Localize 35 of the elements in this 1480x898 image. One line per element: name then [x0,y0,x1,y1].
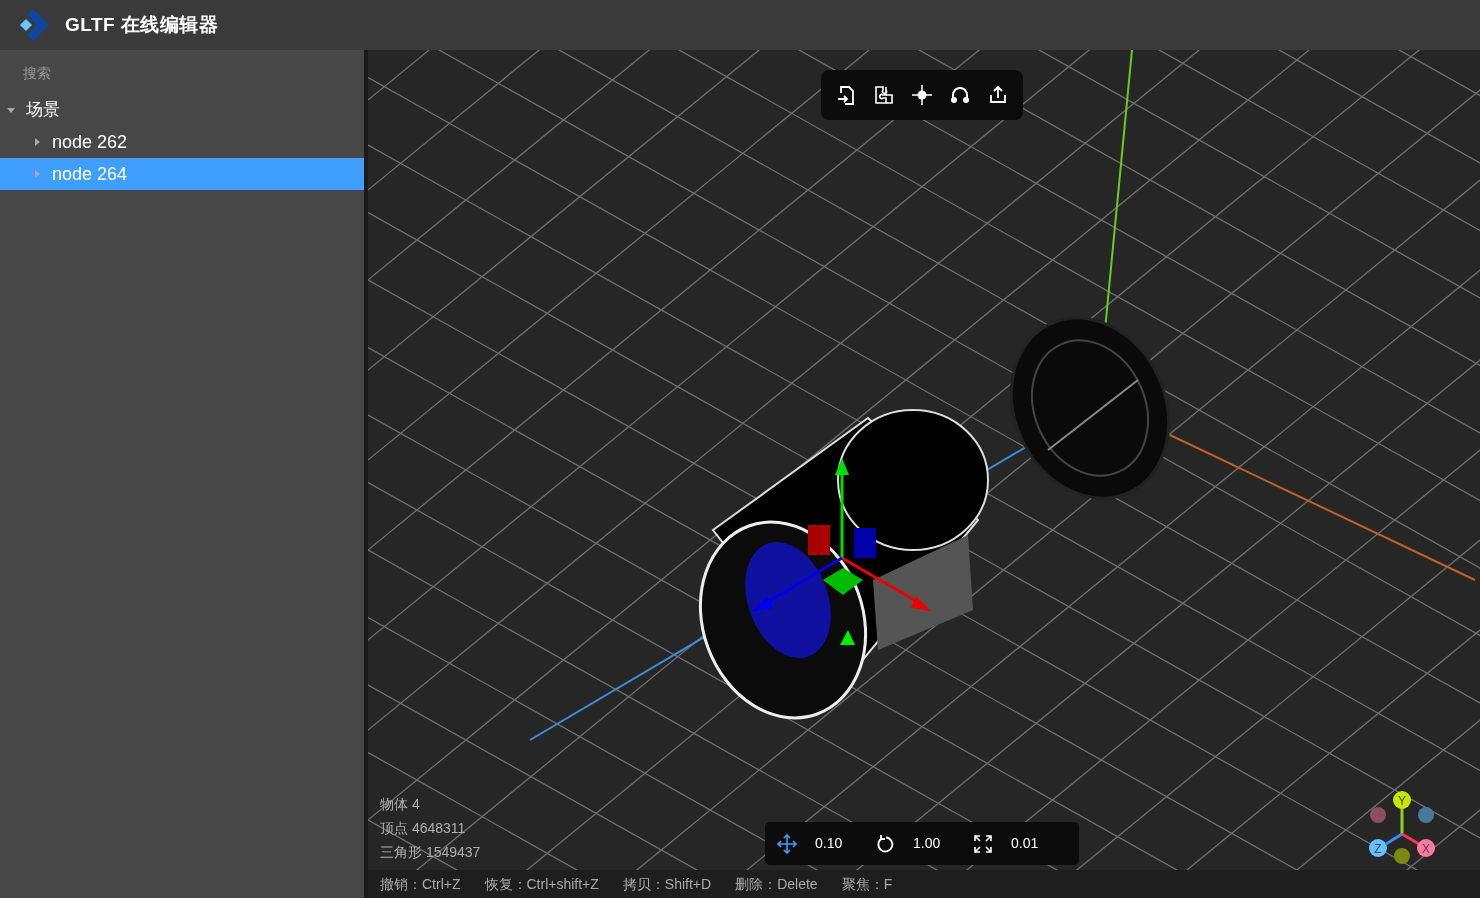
tree-item[interactable]: node 262 [0,126,364,158]
app-title: GLTF 在线编辑器 [65,12,219,37]
headset-icon[interactable] [949,84,971,106]
move-icon[interactable] [777,833,797,854]
crosshair-icon[interactable] [911,84,933,106]
axis-label: Y [1398,793,1406,808]
snap-value[interactable]: 1.00 [913,833,971,854]
snap-value[interactable]: 0.10 [815,833,873,854]
shortcut-hint: 删除：Delete [735,874,818,894]
axis-label: X [1422,841,1430,856]
rotate-icon[interactable] [875,833,895,854]
shortcut-hint: 撤销：Ctrl+Z [380,874,461,894]
caret-right-icon[interactable] [32,137,42,147]
axis-dots-drawing [1370,807,1434,864]
expand-icon[interactable] [973,833,993,854]
snap-value[interactable]: 0.01 [1011,833,1069,854]
axis-handle[interactable] [1393,791,1411,809]
puzzle-icon[interactable] [873,84,895,106]
import-icon[interactable] [835,84,857,106]
caret-down-icon[interactable] [6,105,16,115]
logo-icon [18,9,49,41]
shortcut-hint: 恢复：Ctrl+shift+Z [484,874,599,894]
stat-text: 物体 4 [380,795,421,814]
upload-icon[interactable] [987,84,1009,106]
viewport[interactable]: 物体 4 顶点 4648311 三角形 1549437 0.10 1.00 0.01 Y Z X [368,50,1480,870]
shortcut-hint: 拷贝：Shift+D [622,874,712,894]
search-field[interactable]: 搜索 [0,50,364,94]
stat-text: 顶点 4648311 [380,819,467,838]
tree-item[interactable]: 场景 [0,94,364,126]
shortcut-hint: 聚焦：F [841,874,893,894]
axis-handle[interactable] [1369,839,1387,857]
stat-text: 三角形 1549437 [380,843,481,862]
axis-label: Z [1374,841,1382,856]
axis-gizmo-drawing[interactable]: Y Z X [1364,786,1440,864]
axis-handle[interactable] [1417,839,1435,857]
